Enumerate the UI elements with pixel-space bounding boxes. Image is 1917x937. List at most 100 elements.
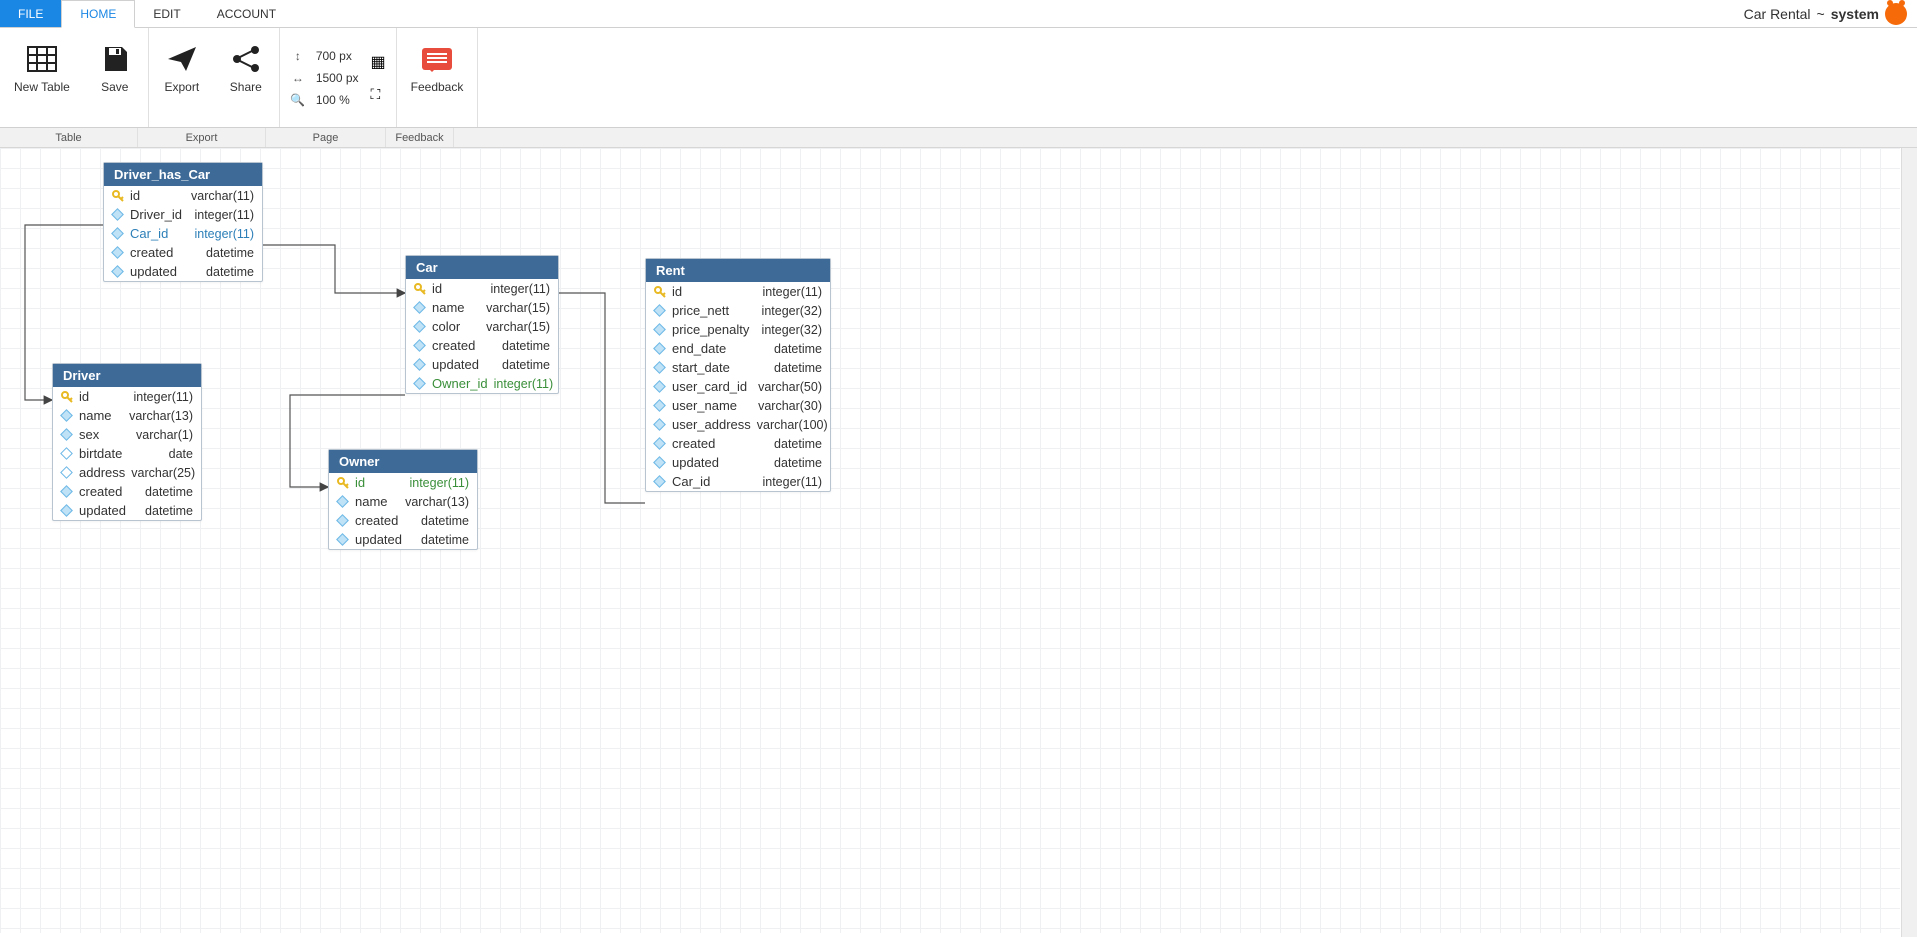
column-type: integer(11)	[194, 208, 254, 222]
column-type: datetime	[145, 485, 193, 499]
column-row[interactable]: idvarchar(11)	[104, 186, 262, 205]
ribbon: New Table Save Export Share ↕ 700 px ↔ 1…	[0, 28, 1917, 128]
column-type: datetime	[421, 514, 469, 528]
tab-home[interactable]: HOME	[61, 0, 135, 28]
key-icon	[112, 190, 124, 202]
send-icon	[166, 38, 198, 80]
column-row[interactable]: Car_idinteger(11)	[104, 224, 262, 243]
column-name: created	[130, 245, 200, 260]
feedback-label: Feedback	[411, 80, 464, 94]
diamond-icon	[654, 305, 666, 317]
column-row[interactable]: Car_idinteger(11)	[646, 472, 830, 491]
column-row[interactable]: createddatetime	[104, 243, 262, 262]
entity-header[interactable]: Driver_has_Car	[104, 163, 262, 186]
feedback-button[interactable]: Feedback	[405, 34, 470, 98]
page-zoom-row[interactable]: 🔍 100 %	[290, 93, 359, 107]
column-row[interactable]: createddatetime	[53, 482, 201, 501]
share-button[interactable]: Share	[221, 34, 271, 98]
tab-file[interactable]: FILE	[0, 0, 61, 27]
column-row[interactable]: createddatetime	[406, 336, 558, 355]
column-row[interactable]: idinteger(11)	[329, 473, 477, 492]
column-row[interactable]: updateddatetime	[104, 262, 262, 281]
column-row[interactable]: colorvarchar(15)	[406, 317, 558, 336]
entity-header[interactable]: Car	[406, 256, 558, 279]
column-name: color	[432, 319, 480, 334]
column-row[interactable]: user_card_idvarchar(50)	[646, 377, 830, 396]
save-icon	[101, 38, 129, 80]
column-row[interactable]: addressvarchar(25)	[53, 463, 201, 482]
column-row[interactable]: start_datedatetime	[646, 358, 830, 377]
diamond-icon	[414, 321, 426, 333]
canvas-viewport[interactable]: Driver_has_Caridvarchar(11)Driver_idinte…	[0, 148, 1917, 937]
fit-screen-icon[interactable]: ⛶	[371, 86, 386, 103]
entity-header[interactable]: Driver	[53, 364, 201, 387]
entity-header[interactable]: Rent	[646, 259, 830, 282]
column-row[interactable]: updateddatetime	[406, 355, 558, 374]
entity-header[interactable]: Owner	[329, 450, 477, 473]
column-row[interactable]: price_penaltyinteger(32)	[646, 320, 830, 339]
column-type: varchar(25)	[131, 466, 195, 480]
diamond-icon	[654, 457, 666, 469]
vertical-scrollbar[interactable]	[1901, 148, 1917, 937]
column-name: updated	[79, 503, 139, 518]
column-row[interactable]: birtdatedate	[53, 444, 201, 463]
column-row[interactable]: price_nettinteger(32)	[646, 301, 830, 320]
diamond-icon	[654, 362, 666, 374]
diamond-icon	[654, 324, 666, 336]
ribbon-group-page: ↕ 700 px ↔ 1500 px 🔍 100 % ▦ ⛶	[280, 28, 397, 127]
column-row[interactable]: createddatetime	[646, 434, 830, 453]
user-name: system	[1831, 6, 1879, 22]
column-row[interactable]: Driver_idinteger(11)	[104, 205, 262, 224]
height-icon: ↕	[290, 49, 306, 63]
entity-car[interactable]: Caridinteger(11)namevarchar(15)colorvarc…	[405, 255, 559, 394]
column-row[interactable]: updateddatetime	[646, 453, 830, 472]
save-button[interactable]: Save	[90, 34, 140, 98]
github-icon[interactable]	[1885, 3, 1907, 25]
column-name: user_address	[672, 417, 751, 432]
column-row[interactable]: user_namevarchar(30)	[646, 396, 830, 415]
column-row[interactable]: updated datetime	[53, 501, 201, 520]
column-row[interactable]: namevarchar(15)	[406, 298, 558, 317]
new-table-button[interactable]: New Table	[8, 34, 76, 98]
column-row[interactable]: end_datedatetime	[646, 339, 830, 358]
column-row[interactable]: namevarchar(13)	[53, 406, 201, 425]
page-zoom-value: 100 %	[316, 93, 350, 107]
header-separator: ~	[1817, 6, 1825, 22]
column-row[interactable]: sexvarchar(1)	[53, 425, 201, 444]
column-type: integer(32)	[762, 304, 822, 318]
diamond-icon	[654, 438, 666, 450]
column-row[interactable]: created datetime	[329, 511, 477, 530]
column-row[interactable]: namevarchar(13)	[329, 492, 477, 511]
column-name: Car_id	[672, 474, 756, 489]
export-button[interactable]: Export	[157, 34, 207, 98]
column-type: datetime	[145, 504, 193, 518]
entity-driver_has_car[interactable]: Driver_has_Caridvarchar(11)Driver_idinte…	[103, 162, 263, 282]
diamond-icon	[112, 228, 124, 240]
entity-rent[interactable]: Rentidinteger(11)price_nettinteger(32)pr…	[645, 258, 831, 492]
tab-account[interactable]: ACCOUNT	[199, 0, 294, 27]
column-row[interactable]: updateddatetime	[329, 530, 477, 549]
column-row[interactable]: idinteger(11)	[646, 282, 830, 301]
save-label: Save	[101, 80, 128, 94]
diamond-icon	[61, 429, 73, 441]
group-label-page: Page	[266, 128, 386, 147]
column-name: Owner_id	[432, 376, 488, 391]
grid-toggle-icon[interactable]: ▦	[371, 52, 386, 72]
column-row[interactable]: user_address varchar(100)	[646, 415, 830, 434]
column-type: varchar(13)	[129, 409, 193, 423]
entity-owner[interactable]: Owneridinteger(11)namevarchar(13)created…	[328, 449, 478, 550]
page-height-row[interactable]: ↕ 700 px	[290, 49, 359, 63]
page-width-row[interactable]: ↔ 1500 px	[290, 71, 359, 85]
column-row[interactable]: Owner_idinteger(11)	[406, 374, 558, 393]
project-name: Car Rental	[1744, 6, 1811, 22]
column-name: birtdate	[79, 446, 163, 461]
entity-driver[interactable]: Driveridinteger(11)namevarchar(13)sexvar…	[52, 363, 202, 521]
erd-canvas[interactable]: Driver_has_Caridvarchar(11)Driver_idinte…	[0, 148, 1900, 933]
tab-edit[interactable]: EDIT	[135, 0, 198, 27]
column-row[interactable]: idinteger(11)	[53, 387, 201, 406]
column-type: varchar(100)	[757, 418, 828, 432]
column-name: updated	[355, 532, 415, 547]
diamond-icon	[61, 410, 73, 422]
column-name: created	[355, 513, 415, 528]
column-row[interactable]: idinteger(11)	[406, 279, 558, 298]
